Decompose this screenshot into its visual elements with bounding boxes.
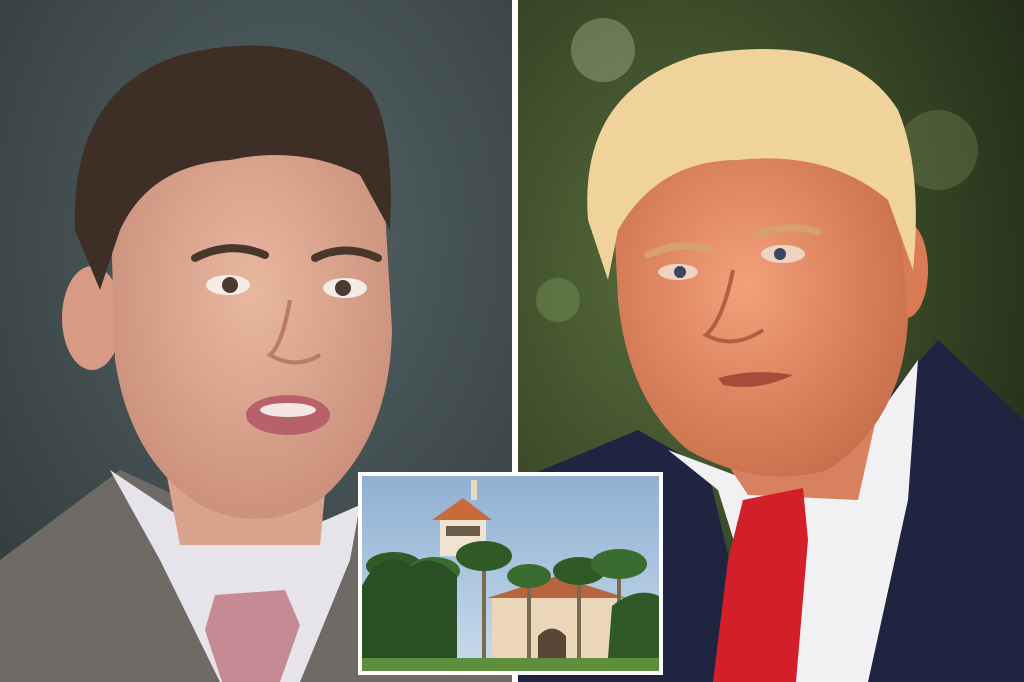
bokeh-light <box>536 278 580 322</box>
tower-windows <box>446 526 480 536</box>
left-iris-right <box>335 280 351 296</box>
bokeh-light <box>571 18 635 82</box>
left-teeth <box>260 403 316 417</box>
foliage-left <box>362 559 457 671</box>
left-iris-left <box>222 277 238 293</box>
mansion-archway <box>538 628 566 661</box>
tower-spire <box>471 480 477 500</box>
inset-estate-photo <box>358 472 663 675</box>
inset-lawn <box>362 658 659 671</box>
inset-estate-illustration <box>362 476 659 671</box>
right-iris-right <box>774 248 786 260</box>
right-iris-left <box>674 266 686 278</box>
